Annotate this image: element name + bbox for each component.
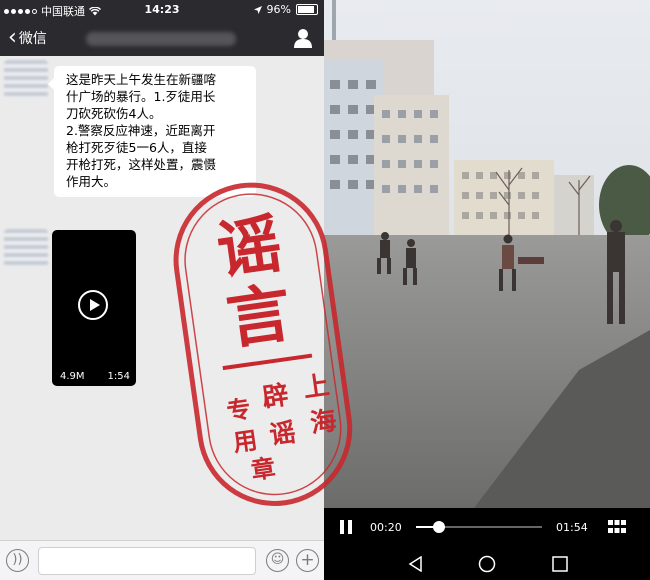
- input-bar: )) ☺ +: [0, 540, 324, 580]
- seek-bar[interactable]: [416, 521, 542, 533]
- location-arrow-icon: [253, 5, 262, 14]
- sender-avatar[interactable]: [4, 60, 48, 98]
- plus-icon[interactable]: +: [296, 549, 319, 572]
- stamp-small-char: 用: [231, 425, 259, 457]
- message-line: 枪打死歹徒5一6人，直接: [66, 140, 207, 155]
- message-line: 刀砍死砍伤4人。: [66, 106, 162, 121]
- rumor-stamp: 谣 言 上 辟 专 海 谣 用 章: [173, 182, 353, 506]
- android-home-icon[interactable]: [478, 555, 496, 573]
- play-icon[interactable]: [78, 290, 108, 320]
- back-button[interactable]: ‹ 微信: [8, 25, 47, 50]
- video-size: 4.9M: [60, 371, 85, 382]
- person-icon[interactable]: [294, 28, 312, 48]
- pause-icon[interactable]: [340, 520, 352, 534]
- video-player[interactable]: 00:20 01:54: [324, 0, 650, 580]
- sender-avatar[interactable]: [4, 229, 48, 267]
- video-message[interactable]: 4.9M 1:54: [52, 230, 136, 386]
- chat-title-blurred: [86, 32, 236, 46]
- android-back-icon[interactable]: [408, 556, 422, 572]
- status-bar: 中国联通 14:23 96%: [0, 0, 324, 20]
- chevron-left-icon: ‹: [8, 25, 17, 50]
- chat-header: ‹ 微信: [0, 20, 324, 56]
- battery-icon: [296, 4, 318, 15]
- android-nav-bar: [324, 548, 650, 580]
- stamp-small-char: 谣: [268, 418, 298, 451]
- stamp-small-char: 辟: [259, 379, 290, 413]
- stamp-small-char: 章: [249, 453, 277, 485]
- message-line: 这是昨天上午发生在新疆喀: [66, 72, 217, 87]
- stamp-small-char: 海: [308, 406, 338, 439]
- stamp-small-char: 专: [225, 394, 253, 426]
- video-frame-scene: [324, 0, 650, 508]
- voice-icon[interactable]: )): [6, 549, 29, 572]
- grid-icon[interactable]: [608, 520, 626, 534]
- android-recents-icon[interactable]: [552, 556, 568, 572]
- message-line: 2.警察反应神速，近距离开: [66, 123, 216, 138]
- video-duration: 1:54: [107, 371, 130, 382]
- player-controls: 00:20 01:54: [324, 508, 650, 548]
- stamp-small-char: 上: [301, 371, 331, 404]
- battery-percent: 96%: [266, 3, 291, 16]
- total-time: 01:54: [556, 521, 588, 534]
- back-label: 微信: [18, 31, 47, 47]
- stamp-big-char: 言: [222, 275, 296, 358]
- message-line: 什广场的暴行。1.歹徒用长: [66, 89, 216, 104]
- message-input[interactable]: [38, 547, 256, 575]
- current-time: 00:20: [370, 521, 402, 534]
- seek-handle[interactable]: [433, 521, 445, 533]
- emoji-icon[interactable]: ☺: [266, 549, 289, 572]
